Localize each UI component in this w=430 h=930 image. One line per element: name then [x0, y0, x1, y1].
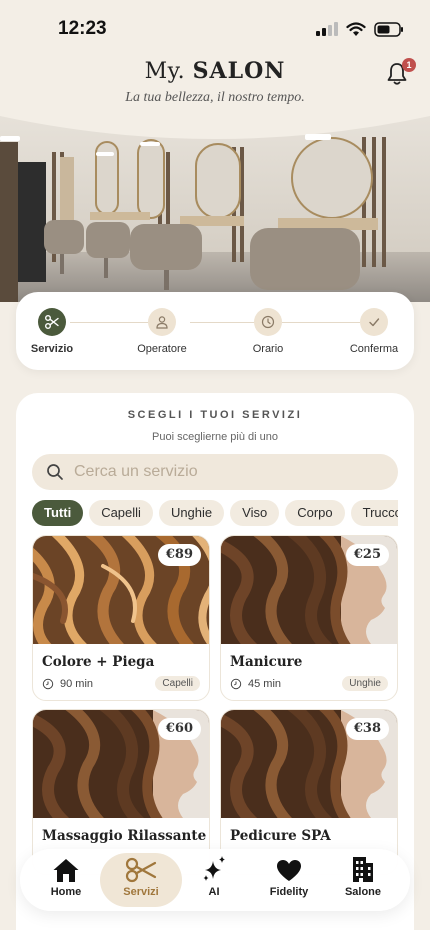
- duration-text: 90 min: [60, 677, 94, 690]
- category-filter: Tutti Capelli Unghie Viso Corpo Trucco: [32, 500, 398, 526]
- service-duration: 90 min: [42, 678, 93, 690]
- clock-icon: [254, 308, 282, 336]
- service-card[interactable]: €25 Manicure 45 min Unghie: [220, 535, 398, 701]
- status-time: 12:23: [58, 18, 107, 39]
- tab-ai[interactable]: AI: [174, 853, 254, 907]
- step-orario[interactable]: Orario: [228, 308, 308, 355]
- salon-hero-image: [0, 112, 430, 302]
- bottom-nav: Home Servizi AI Fidelity Salone: [20, 849, 410, 911]
- services-subtitle: Puoi sceglierne più di uno: [152, 431, 278, 443]
- chip-unghie[interactable]: Unghie: [158, 500, 225, 526]
- tab-label: Servizi: [123, 886, 159, 898]
- service-name: Manicure: [230, 654, 303, 670]
- brand-part2: SALON: [192, 58, 286, 84]
- search-input[interactable]: Cerca un servizio: [32, 454, 398, 490]
- check-icon: [360, 308, 388, 336]
- step-label: Servizio: [30, 343, 74, 355]
- brand-tagline: La tua bellezza, il nostro tempo.: [125, 90, 305, 105]
- service-duration: 45 min: [230, 678, 281, 690]
- category-tag: Unghie: [342, 676, 388, 691]
- tab-label: Fidelity: [269, 886, 309, 898]
- wifi-icon: [346, 21, 366, 36]
- duration-text: 45 min: [248, 677, 282, 690]
- step-servizio[interactable]: Servizio: [12, 308, 92, 355]
- step-operatore[interactable]: Operatore: [122, 308, 202, 355]
- chip-capelli[interactable]: Capelli: [89, 500, 153, 526]
- price-badge: €60: [157, 718, 201, 740]
- app-header: My. SALON La tua bellezza, il nostro tem…: [0, 58, 430, 118]
- scissors-icon: [38, 308, 66, 336]
- tab-servizi[interactable]: Servizi: [101, 853, 181, 907]
- clock-icon: [42, 678, 54, 689]
- status-bar: 12:23: [0, 0, 430, 58]
- building-icon: [323, 853, 403, 883]
- brand-part1: My.: [144, 59, 186, 84]
- step-label: Operatore: [137, 343, 187, 355]
- home-icon: [26, 853, 106, 883]
- service-name: Massaggio Rilassante: [42, 828, 207, 844]
- service-name: Pedicure SPA: [230, 828, 331, 844]
- service-meta: 45 min Unghie: [230, 676, 388, 691]
- tab-salone[interactable]: Salone: [323, 853, 403, 907]
- notifications-button[interactable]: 1: [384, 58, 416, 88]
- service-meta: 90 min Capelli: [42, 676, 200, 691]
- step-label: Conferma: [349, 343, 399, 355]
- battery-icon: [374, 21, 403, 37]
- search-icon: [47, 464, 63, 480]
- scissors-icon: [101, 853, 181, 883]
- step-label: Orario: [252, 343, 284, 355]
- chip-corpo[interactable]: Corpo: [285, 500, 345, 526]
- step-conferma[interactable]: Conferma: [334, 308, 414, 355]
- person-icon: [148, 308, 176, 336]
- tab-label: AI: [208, 886, 220, 898]
- chip-trucco[interactable]: Trucco: [350, 500, 398, 526]
- signal-icon: [316, 22, 338, 36]
- brand-logo: My. SALON: [0, 58, 430, 84]
- category-tag: Capelli: [155, 676, 200, 691]
- services-title: SCEGLI I TUOI SERVIZI: [127, 409, 303, 421]
- tab-label: Salone: [344, 886, 382, 898]
- price-badge: €89: [157, 544, 201, 566]
- tab-label: Home: [50, 886, 82, 898]
- sparkles-icon: [174, 853, 254, 883]
- service-card[interactable]: €89 Colore + Piega 90 min Capelli: [32, 535, 210, 701]
- chip-tutti[interactable]: Tutti: [32, 500, 84, 526]
- clock-icon: [230, 678, 242, 689]
- service-name: Colore + Piega: [42, 654, 155, 670]
- notification-badge: 1: [402, 58, 416, 72]
- search-placeholder: Cerca un servizio: [74, 463, 198, 480]
- chip-viso[interactable]: Viso: [230, 500, 280, 526]
- price-badge: €25: [345, 544, 389, 566]
- booking-steps: Servizio Operatore Orario Conferma: [16, 292, 414, 370]
- price-badge: €38: [345, 718, 389, 740]
- tab-fidelity[interactable]: Fidelity: [249, 853, 329, 907]
- status-icons: [316, 21, 404, 37]
- tab-home[interactable]: Home: [26, 853, 106, 907]
- heart-icon: [249, 853, 329, 883]
